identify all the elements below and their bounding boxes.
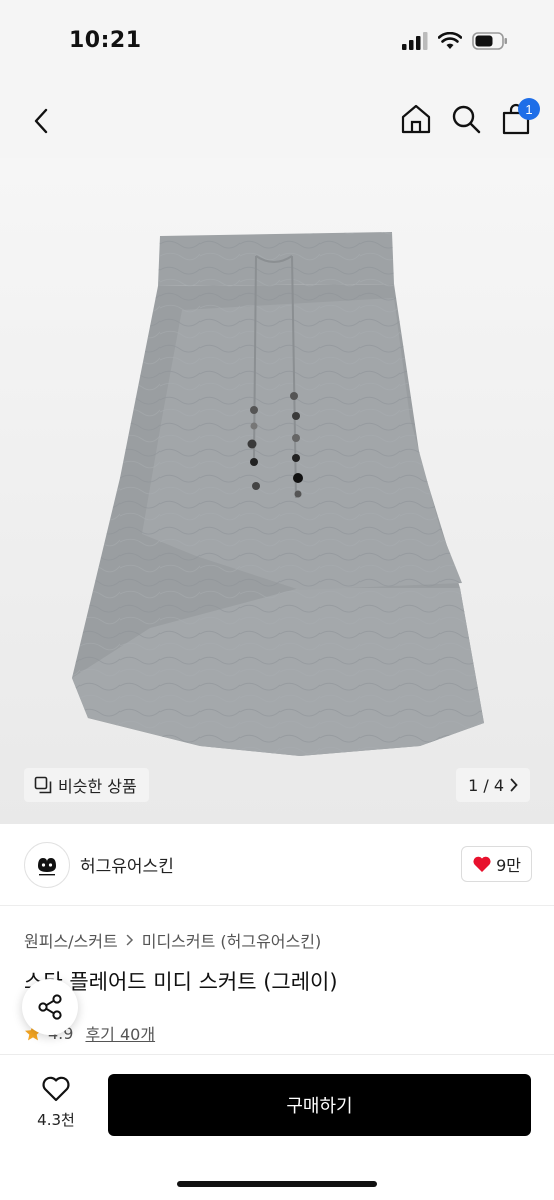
back-button[interactable] [24, 102, 58, 140]
nav-actions: 1 [400, 98, 540, 138]
status-icons [402, 32, 508, 50]
signal-icon [402, 32, 428, 50]
share-button[interactable] [22, 979, 78, 1035]
heart-icon [42, 1076, 70, 1102]
top-navigation: 1 [0, 84, 554, 158]
brand-logo[interactable] [24, 842, 70, 888]
similar-products-button[interactable]: 비슷한 상품 [24, 768, 149, 802]
bottom-purchase-bar: 4.3천 구매하기 [0, 1054, 554, 1200]
breadcrumb: 원피스/스커트 미디스커트 (허그유어스킨) [24, 928, 321, 952]
status-time: 10:21 [69, 28, 142, 53]
wishlist-count: 4.3천 [37, 1111, 75, 1129]
breadcrumb-category[interactable]: 원피스/스커트 [24, 928, 118, 952]
cart-count-badge: 1 [518, 98, 540, 120]
home-button[interactable] [400, 100, 432, 138]
buy-button[interactable]: 구매하기 [108, 1074, 531, 1136]
wifi-icon [438, 32, 462, 49]
search-icon [452, 105, 481, 134]
heart-filled-icon [473, 856, 491, 872]
share-icon [38, 994, 62, 1020]
wishlist-button[interactable]: 4.3천 [26, 1075, 86, 1155]
cart-button[interactable]: 1 [500, 98, 540, 138]
home-indicator [177, 1181, 377, 1187]
search-button[interactable] [450, 100, 482, 138]
brand-like-button[interactable]: 9만 [461, 846, 532, 882]
back-icon [34, 108, 48, 134]
chevron-right-icon [126, 934, 133, 946]
product-image-gallery[interactable]: 비슷한 상품 1 / 4 [0, 158, 554, 824]
product-image [72, 232, 484, 756]
similar-icon [34, 776, 52, 794]
home-icon [401, 104, 431, 134]
status-bar: 10:21 [0, 0, 554, 84]
battery-icon [472, 32, 507, 50]
brand-row[interactable]: 허그유어스킨 9만 [0, 824, 554, 906]
chevron-right-icon [510, 778, 518, 792]
similar-products-label: 비슷한 상품 [58, 777, 137, 796]
gallery-page-text: 1 / 4 [468, 775, 504, 795]
review-count-link[interactable]: 후기 40개 [85, 1021, 155, 1045]
brand-name[interactable]: 허그유어스킨 [80, 852, 174, 877]
gallery-page-indicator[interactable]: 1 / 4 [456, 768, 530, 802]
breadcrumb-subcategory[interactable]: 미디스커트 (허그유어스킨) [142, 928, 322, 952]
brand-like-count: 9만 [496, 856, 521, 875]
brand-logo-mark [38, 858, 56, 876]
